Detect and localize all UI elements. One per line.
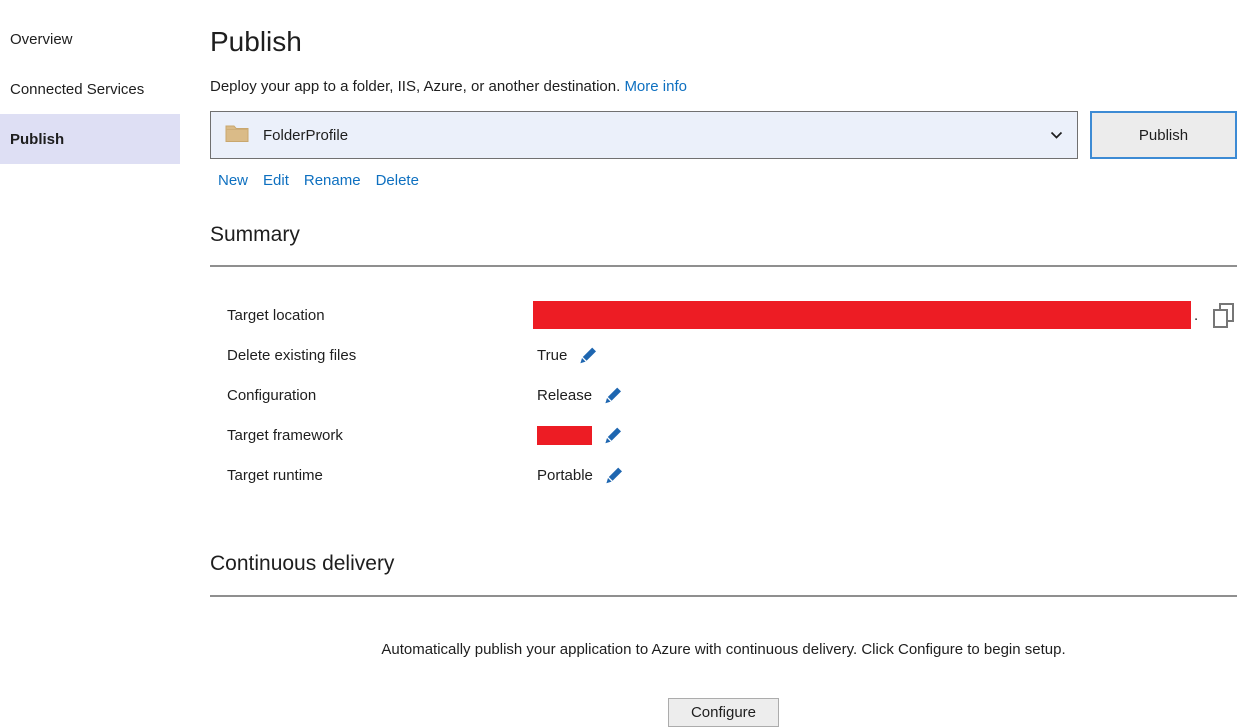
summary-heading: Summary	[210, 222, 1237, 248]
publish-page: Overview Connected Services Publish Publ…	[0, 0, 1249, 728]
pencil-icon[interactable]	[579, 346, 599, 365]
table-row-target-runtime: Target runtime Portable	[210, 455, 1237, 495]
pencil-icon[interactable]	[605, 466, 625, 485]
table-row-target-framework: Target framework	[210, 415, 1237, 455]
row-value: Portable	[537, 467, 593, 484]
table-row-delete-existing-files: Delete existing files True	[210, 335, 1237, 375]
pencil-icon[interactable]	[604, 426, 624, 445]
profile-select[interactable]: FolderProfile	[210, 111, 1078, 159]
configure-button-row: Configure	[210, 698, 1237, 727]
row-label: Delete existing files	[227, 347, 537, 364]
continuous-delivery-heading: Continuous delivery	[210, 551, 1237, 577]
profile-actions: New Edit Rename Delete	[210, 172, 1237, 189]
configure-button[interactable]: Configure	[668, 698, 779, 727]
profile-row: FolderProfile Publish	[210, 111, 1237, 159]
subtitle-text: Deploy your app to a folder, IIS, Azure,…	[210, 78, 620, 95]
sidebar-item-label: Publish	[10, 131, 64, 148]
summary-divider	[210, 265, 1237, 267]
chevron-down-icon	[1050, 131, 1063, 140]
continuous-delivery-description: Automatically publish your application t…	[210, 641, 1237, 658]
sidebar-item-connected-services[interactable]: Connected Services	[0, 64, 180, 114]
sidebar: Overview Connected Services Publish	[0, 0, 210, 728]
row-value: Release	[537, 387, 592, 404]
publish-button[interactable]: Publish	[1090, 111, 1237, 159]
sidebar-item-label: Overview	[10, 31, 73, 48]
rename-profile-link[interactable]: Rename	[304, 172, 361, 189]
table-row-target-location: Target location .	[210, 295, 1237, 335]
row-label: Target location	[227, 307, 537, 324]
pencil-icon[interactable]	[604, 386, 624, 405]
row-value-suffix: .	[1194, 307, 1198, 324]
profile-select-value: FolderProfile	[263, 127, 348, 144]
page-subtitle: Deploy your app to a folder, IIS, Azure,…	[210, 78, 1237, 95]
copy-icon[interactable]	[1212, 302, 1235, 329]
continuous-delivery-divider	[210, 595, 1237, 597]
redacted-value	[533, 301, 1191, 329]
redacted-value	[537, 426, 592, 445]
row-label: Target framework	[227, 427, 537, 444]
edit-profile-link[interactable]: Edit	[263, 172, 289, 189]
sidebar-item-label: Connected Services	[10, 81, 144, 98]
page-title: Publish	[210, 24, 1237, 60]
delete-profile-link[interactable]: Delete	[376, 172, 419, 189]
row-label: Target runtime	[227, 467, 537, 484]
more-info-link[interactable]: More info	[624, 78, 687, 95]
sidebar-item-publish[interactable]: Publish	[0, 114, 180, 164]
folder-icon	[225, 123, 249, 147]
main-content: Publish Deploy your app to a folder, IIS…	[210, 0, 1249, 728]
table-row-configuration: Configuration Release	[210, 375, 1237, 415]
row-value: True	[537, 347, 567, 364]
row-label: Configuration	[227, 387, 537, 404]
summary-rows: Target location . Delete existing files …	[210, 295, 1237, 495]
new-profile-link[interactable]: New	[218, 172, 248, 189]
sidebar-item-overview[interactable]: Overview	[0, 14, 180, 64]
